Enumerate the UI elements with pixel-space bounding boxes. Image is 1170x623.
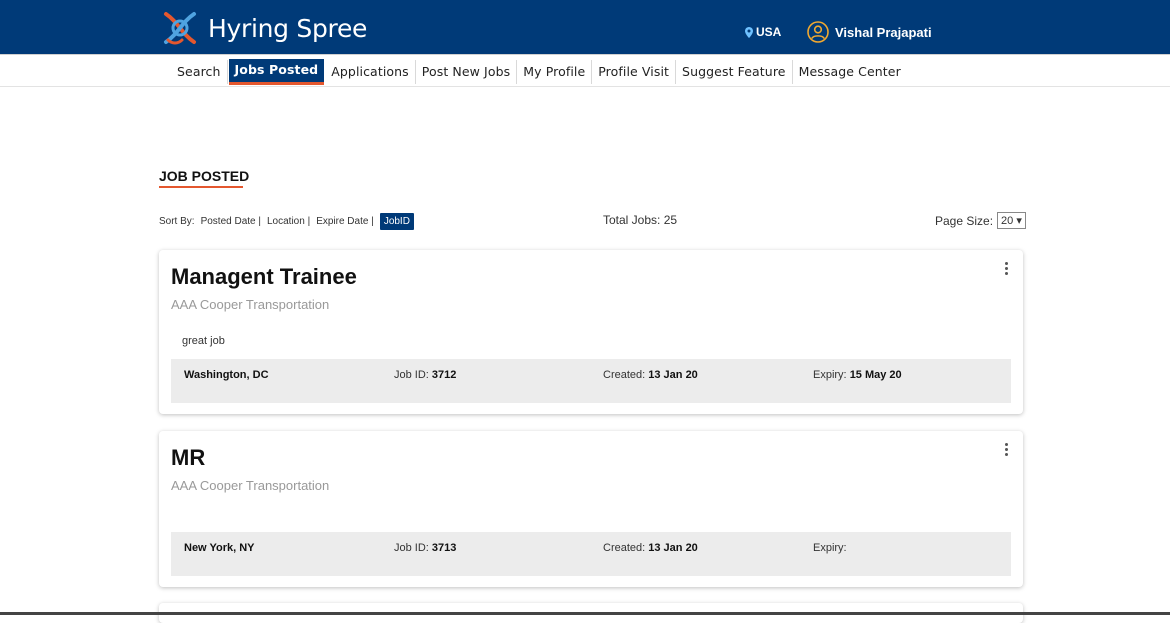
nav-jobs-posted[interactable]: Jobs Posted — [228, 59, 325, 85]
nav-my-profile[interactable]: My Profile — [517, 60, 593, 84]
nav-search[interactable]: Search — [171, 60, 228, 84]
job-expiry: Expiry: 15 May 20 — [813, 369, 902, 381]
main-nav: Search Jobs Posted Applications Post New… — [0, 54, 1170, 87]
nav-post-new-jobs[interactable]: Post New Jobs — [416, 60, 518, 84]
job-id: Job ID: 3712 — [394, 369, 457, 381]
job-company: AAA Cooper Transportation — [171, 297, 330, 312]
sort-label: Sort By: — [159, 216, 195, 227]
hyring-spree-logo-icon — [164, 12, 196, 45]
job-expiry: Expiry: — [813, 542, 847, 554]
sort-jobid[interactable]: JobID — [379, 213, 414, 230]
job-id: Job ID: 3713 — [394, 542, 457, 554]
job-location: Washington, DC — [184, 369, 269, 381]
job-details: Washington, DC Job ID: 3712 Created: 13 … — [171, 359, 1011, 403]
user-menu[interactable]: Vishal Prajapati — [807, 21, 932, 43]
location-pin-icon — [745, 26, 753, 38]
job-card[interactable]: Managent Trainee AAA Cooper Transportati… — [159, 250, 1023, 414]
page-title: JOB POSTED — [159, 168, 250, 184]
sort-expire-date[interactable]: Expire Date | — [316, 216, 374, 227]
page-size-label: Page Size: — [935, 213, 994, 228]
top-header: Hyring Spree USA Vishal Prajapati — [0, 0, 1170, 54]
job-card[interactable]: MR AAA Cooper Transportation New York, N… — [159, 431, 1023, 587]
job-created: Created: 13 Jan 20 — [603, 542, 698, 554]
brand-name: Hyring Spree — [208, 13, 368, 43]
job-created: Created: 13 Jan 20 — [603, 369, 698, 381]
sort-bar: Sort By: Posted Date | Location | Expire… — [159, 213, 420, 230]
location-label: USA — [756, 25, 782, 39]
job-description: great job — [182, 335, 225, 347]
more-options-icon[interactable] — [1003, 443, 1009, 456]
sort-location[interactable]: Location | — [267, 216, 310, 227]
nav-message-center[interactable]: Message Center — [793, 60, 907, 84]
user-circle-icon — [807, 21, 829, 43]
nav-applications[interactable]: Applications — [325, 60, 416, 84]
nav-profile-visit[interactable]: Profile Visit — [592, 60, 677, 84]
total-jobs: Total Jobs: 25 — [603, 213, 678, 227]
page-size-select[interactable]: 20 ▾ — [997, 212, 1026, 229]
job-company: AAA Cooper Transportation — [171, 478, 330, 493]
brand-logo[interactable]: Hyring Spree — [160, 10, 367, 46]
job-details: New York, NY Job ID: 3713 Created: 13 Ja… — [171, 532, 1011, 576]
nav-suggest-feature[interactable]: Suggest Feature — [676, 60, 793, 84]
title-underline — [159, 186, 243, 188]
more-options-icon[interactable] — [1003, 262, 1009, 275]
job-location: New York, NY — [184, 542, 255, 554]
job-title[interactable]: Managent Trainee — [171, 264, 357, 290]
page-size: Page Size: 20 ▾ — [935, 212, 1026, 229]
job-title[interactable]: MR — [171, 445, 205, 471]
sort-posted-date[interactable]: Posted Date | — [201, 216, 261, 227]
location-selector[interactable]: USA — [745, 25, 781, 39]
user-name: Vishal Prajapati — [835, 24, 932, 40]
